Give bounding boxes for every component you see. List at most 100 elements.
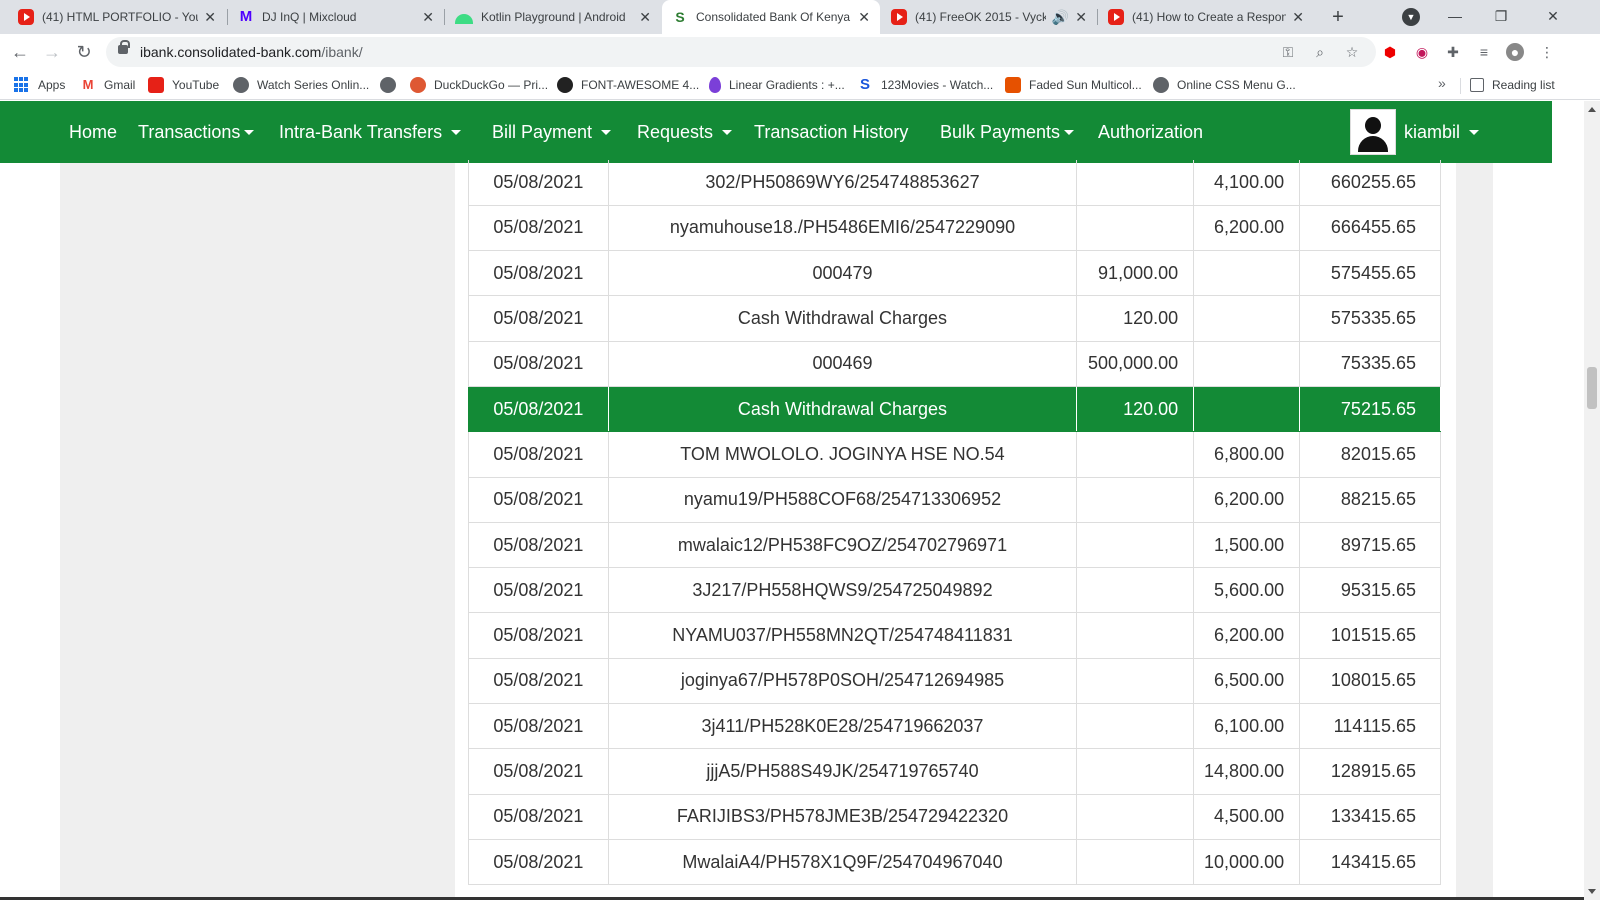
cell-description: Cash Withdrawal Charges xyxy=(608,386,1078,433)
profile-avatar-icon[interactable]: ● xyxy=(1506,43,1524,61)
close-tab-icon[interactable]: ✕ xyxy=(858,9,870,26)
table-row[interactable]: 05/08/2021 TOM MWOLOLO. JOGINYA HSE NO.54… xyxy=(468,431,1441,478)
cell-description: jjjA5/PH588S49JK/254719765740 xyxy=(608,748,1078,795)
table-row[interactable]: 05/08/2021 FARIJIBS3/PH578JME3B/254729422… xyxy=(468,794,1441,840)
nav-transaction-history[interactable]: Transaction History xyxy=(754,101,908,163)
cell-debit xyxy=(1076,703,1195,750)
adblock-extension-icon[interactable]: ⬢ xyxy=(1381,43,1399,61)
table-row[interactable]: 05/08/2021 MwalaiA4/PH578X1Q9F/2547049670… xyxy=(468,839,1441,886)
table-row[interactable]: 05/08/2021 000479 91,000.00 575455.65 xyxy=(468,250,1441,297)
table-row[interactable]: 05/08/2021 joginya67/PH578P0SOH/254712694… xyxy=(468,658,1441,705)
tab-search-icon[interactable]: ▼ xyxy=(1402,8,1420,26)
bookmark-watch-series[interactable]: Watch Series Onlin... xyxy=(233,75,369,95)
page-scrollbar[interactable] xyxy=(1584,101,1600,900)
new-tab-icon[interactable]: + xyxy=(1325,4,1351,30)
bookmark-youtube[interactable]: YouTube xyxy=(148,75,219,95)
table-row-selected[interactable]: 05/08/2021 Cash Withdrawal Charges 120.00 7… xyxy=(468,386,1441,433)
url-text: ibank.consolidated-bank.com/ibank/ xyxy=(140,44,363,60)
cell-date: 05/08/2021 xyxy=(468,250,609,297)
cell-date: 05/08/2021 xyxy=(468,794,609,840)
table-row[interactable]: 05/08/2021 302/PH50869WY6/254748853627 4,1… xyxy=(468,160,1441,206)
table-row[interactable]: 05/08/2021 000469 500,000.00 75335.65 xyxy=(468,341,1441,387)
nav-intra-bank-transfers[interactable]: Intra-Bank Transfers xyxy=(279,101,462,163)
browser-tab[interactable]: Kotlin Playground | Android ✕ xyxy=(445,0,661,34)
duckduckgo-icon xyxy=(410,77,426,93)
table-row[interactable]: 05/08/2021 nyamu19/PH588COF68/25471330695… xyxy=(468,477,1441,523)
close-tab-icon[interactable]: ✕ xyxy=(1075,9,1087,26)
bookmark-faded-sun[interactable]: Faded Sun Multicol... xyxy=(1005,75,1142,95)
close-tab-icon[interactable]: ✕ xyxy=(204,9,216,26)
url-path: /ibank/ xyxy=(321,44,363,60)
table-row[interactable]: 05/08/2021 Cash Withdrawal Charges 120.00 5… xyxy=(468,295,1441,342)
cell-description: FARIJIBS3/PH578JME3B/254729422320 xyxy=(608,794,1078,840)
scroll-up-icon[interactable] xyxy=(1588,107,1596,112)
cell-balance: 143415.65 xyxy=(1299,839,1441,886)
youtube-icon xyxy=(18,9,34,25)
cell-balance: 575455.65 xyxy=(1299,250,1441,297)
cell-debit xyxy=(1076,431,1195,478)
bookmark-linear-gradients[interactable]: Linear Gradients : +... xyxy=(709,75,845,95)
reading-list-button[interactable]: Reading list xyxy=(1470,75,1555,95)
nav-requests[interactable]: Requests xyxy=(637,101,733,163)
user-avatar-icon[interactable] xyxy=(1350,109,1396,155)
browser-tab[interactable]: (41) FreeOK 2015 - Vyckie 🔊 ✕ xyxy=(881,0,1097,34)
close-tab-icon[interactable]: ✕ xyxy=(422,9,434,26)
minimize-icon[interactable]: — xyxy=(1432,0,1478,34)
close-tab-icon[interactable]: ✕ xyxy=(1292,9,1304,26)
bookmark-gmail[interactable]: M Gmail xyxy=(80,75,136,95)
reading-list-icon xyxy=(1470,78,1484,92)
nav-transactions[interactable]: Transactions xyxy=(138,101,255,163)
bookmark-star-icon[interactable]: ☆ xyxy=(1344,44,1360,60)
cell-debit xyxy=(1076,612,1195,659)
cell-balance: 575335.65 xyxy=(1299,295,1441,342)
reload-icon[interactable]: ↻ xyxy=(70,38,98,66)
nav-home[interactable]: Home xyxy=(69,101,117,163)
address-bar[interactable]: ibank.consolidated-bank.com/ibank/ ⚿ ⌕ ☆ xyxy=(106,37,1376,67)
extensions-puzzle-icon[interactable]: ✚ xyxy=(1444,43,1462,61)
bookmark-123movies[interactable]: S 123Movies - Watch... xyxy=(857,75,993,95)
url-host: ibank.consolidated-bank.com xyxy=(140,44,322,60)
restore-icon[interactable]: ❐ xyxy=(1478,0,1524,34)
bookmark-font-awesome[interactable]: FONT-AWESOME 4... xyxy=(557,75,699,95)
key-icon[interactable]: ⚿ xyxy=(1280,44,1296,60)
cell-balance: 95315.65 xyxy=(1299,567,1441,614)
cast-extension-icon[interactable]: ◉ xyxy=(1413,43,1431,61)
close-window-icon[interactable]: ✕ xyxy=(1530,0,1576,34)
back-icon[interactable]: ← xyxy=(6,38,34,66)
page-content: Home Transactions Intra-Bank Transfers B… xyxy=(0,101,1584,900)
bookmark-duckduckgo[interactable]: DuckDuckGo — Pri... xyxy=(410,75,548,95)
table-row[interactable]: 05/08/2021 jjjA5/PH588S49JK/254719765740 1… xyxy=(468,748,1441,795)
forward-icon[interactable]: → xyxy=(38,38,66,66)
nav-bill-payment[interactable]: Bill Payment xyxy=(492,101,612,163)
more-bookmarks-icon[interactable]: » xyxy=(1438,75,1446,91)
close-tab-icon[interactable]: ✕ xyxy=(639,9,651,26)
s-logo-icon: S xyxy=(859,76,870,93)
cell-debit xyxy=(1076,160,1195,206)
table-row[interactable]: 05/08/2021 nyamuhouse18./PH5486EMI6/25472… xyxy=(468,205,1441,252)
table-row[interactable]: 05/08/2021 NYAMU037/PH558MN2QT/2547484118… xyxy=(468,612,1441,659)
cell-description: TOM MWOLOLO. JOGINYA HSE NO.54 xyxy=(608,431,1078,478)
nav-authorization[interactable]: Authorization xyxy=(1098,101,1203,163)
bookmark-apps[interactable]: Apps xyxy=(14,75,65,95)
table-row[interactable]: 05/08/2021 3J217/PH558HQWS9/254725049892 5… xyxy=(468,567,1441,614)
browser-tab[interactable]: M DJ InQ | Mixcloud ✕ xyxy=(228,0,444,34)
media-queue-icon[interactable]: ≡ xyxy=(1475,43,1493,61)
scrollbar-thumb[interactable] xyxy=(1587,367,1597,409)
bookmark-css-menu[interactable]: Online CSS Menu G... xyxy=(1153,75,1296,95)
speaker-icon[interactable]: 🔊 xyxy=(1052,9,1069,26)
bookmark-untitled[interactable] xyxy=(380,75,404,95)
nav-bulk-payments[interactable]: Bulk Payments xyxy=(940,101,1075,163)
browser-tab[interactable]: (41) HTML PORTFOLIO - YouTube ✕ xyxy=(8,0,226,34)
menu-kebab-icon[interactable]: ⋮ xyxy=(1538,43,1556,61)
cell-balance: 75215.65 xyxy=(1299,386,1441,433)
table-row[interactable]: 05/08/2021 3j411/PH528K0E28/254719662037 6… xyxy=(468,703,1441,750)
browser-tab[interactable]: (41) How to Create a Responsive ✕ xyxy=(1098,0,1314,34)
cell-description: 3j411/PH528K0E28/254719662037 xyxy=(608,703,1078,750)
browser-tab-strip: (41) HTML PORTFOLIO - YouTube ✕ M DJ InQ… xyxy=(0,0,1600,34)
nav-user-menu[interactable]: kiambil xyxy=(1404,101,1480,163)
zoom-icon[interactable]: ⌕ xyxy=(1312,44,1328,60)
table-row[interactable]: 05/08/2021 mwalaic12/PH538FC9OZ/254702796… xyxy=(468,522,1441,569)
scroll-down-icon[interactable] xyxy=(1588,889,1596,894)
browser-tab-active[interactable]: S Consolidated Bank Of Kenya ✕ xyxy=(662,0,880,34)
cell-description: nyamuhouse18./PH5486EMI6/2547229090 xyxy=(608,205,1078,252)
